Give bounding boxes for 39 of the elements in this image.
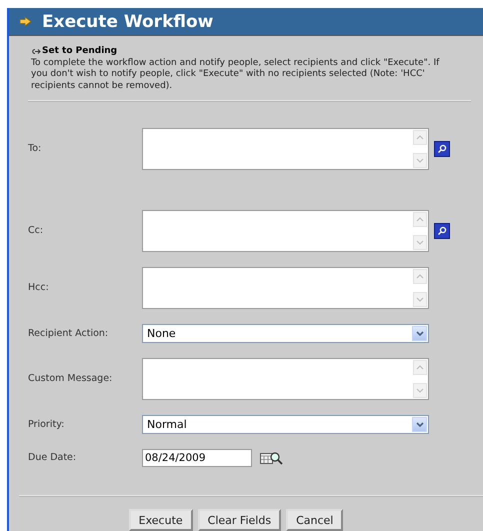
action-button[interactable]: Cancel: [286, 509, 344, 531]
text-area[interactable]: [142, 358, 429, 400]
field-label: To:: [28, 143, 42, 155]
dropdown[interactable]: None: [142, 324, 429, 343]
search-icon[interactable]: [434, 141, 450, 157]
text-area[interactable]: [142, 267, 429, 309]
chevron-down-icon: [416, 330, 424, 336]
field-label: Priority:: [28, 418, 66, 430]
dropdown[interactable]: Normal: [142, 415, 429, 434]
scrollbar[interactable]: [412, 268, 428, 308]
chevron-down-icon: [416, 158, 424, 163]
chevron-down-icon: [416, 240, 424, 245]
chevron-up-icon: [416, 135, 424, 140]
arrow-icon: [19, 16, 32, 27]
scrollbar[interactable]: [412, 129, 428, 169]
arrow-icon: [31, 48, 41, 56]
search-icon[interactable]: [434, 223, 450, 239]
recipients-field[interactable]: [142, 128, 429, 170]
instructions-text: To complete the workflow action and notify people, select recipients and click "Execute". If you don't wish to notify people, click "Execute" with no recipients selected (Note: 'HCC' recipients cannot be removed).: [31, 58, 440, 92]
scrollbar[interactable]: [412, 211, 428, 251]
field-label: Recipient Action:: [28, 328, 110, 340]
scrollbar[interactable]: [412, 359, 428, 399]
chevron-down-icon: [416, 388, 424, 393]
chevron-up-icon: [416, 365, 424, 370]
chevron-up-icon: [416, 274, 424, 279]
action-button[interactable]: Execute: [128, 509, 193, 531]
chevron-down-icon: [416, 422, 424, 428]
action-button[interactable]: Clear Fields: [198, 509, 282, 531]
field-label: Custom Message:: [28, 373, 114, 385]
field-label: Due Date:: [28, 452, 78, 464]
field-label: Cc:: [28, 225, 44, 237]
action-title: Set to Pending: [42, 46, 118, 58]
date-field[interactable]: 08/24/2009: [142, 449, 252, 467]
field-label: Hcc:: [28, 282, 50, 294]
recipients-field[interactable]: [142, 210, 429, 252]
calendar-search-icon[interactable]: [260, 451, 284, 465]
chevron-up-icon: [416, 217, 424, 222]
chevron-down-icon: [416, 297, 424, 302]
window-title: Execute Workflow: [42, 12, 214, 32]
